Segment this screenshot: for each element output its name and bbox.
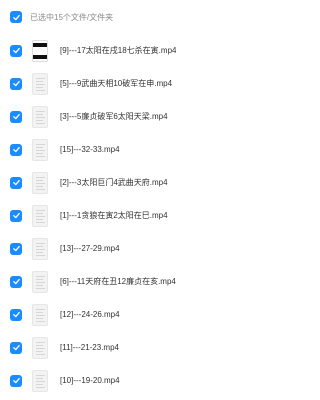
document-file-icon — [32, 204, 48, 227]
file-checkbox[interactable] — [10, 275, 22, 288]
document-file-icon — [32, 237, 48, 260]
file-checkbox[interactable] — [10, 77, 22, 90]
file-row[interactable]: [1]---1贪狼在寅2太阳在巳.mp4 — [0, 199, 280, 232]
file-name: [2]---3太阳巨门4武曲天府.mp4 — [60, 178, 168, 187]
video-thumbnail — [32, 39, 48, 62]
file-name: [6]---11天府在丑12廉贞在亥.mp4 — [60, 277, 176, 286]
checkmark-icon — [12, 278, 20, 285]
file-checkbox[interactable] — [10, 110, 22, 123]
checkmark-icon — [12, 311, 20, 318]
document-file-icon — [32, 171, 48, 194]
file-checkbox[interactable] — [10, 176, 22, 189]
file-checkbox[interactable] — [10, 341, 22, 354]
document-file-icon — [32, 336, 48, 359]
selection-header: 已选中15个文件/文件夹 — [0, 0, 280, 34]
file-checkbox[interactable] — [10, 209, 22, 222]
file-name: [15]---32-33.mp4 — [60, 145, 120, 154]
checkmark-icon — [12, 80, 20, 87]
file-list: [9]---17太阳在戌18七杀在寅.mp4 [5]---9武曲天相10破军在申.… — [0, 34, 280, 397]
file-checkbox[interactable] — [10, 143, 22, 156]
file-name: [11]---21-23.mp4 — [60, 343, 119, 352]
file-checkbox[interactable] — [10, 44, 22, 57]
file-name: [10]---19-20.mp4 — [60, 376, 120, 385]
file-row[interactable]: [3]---5廉贞破军6太阳天梁.mp4 — [0, 100, 280, 133]
file-checkbox[interactable] — [10, 374, 22, 387]
file-checkbox[interactable] — [10, 308, 22, 321]
file-row[interactable]: [5]---9武曲天相10破军在申.mp4 — [0, 67, 280, 100]
document-file-icon — [32, 369, 48, 392]
checkmark-icon — [12, 146, 20, 153]
file-row[interactable]: [11]---21-23.mp4 — [0, 331, 280, 364]
checkmark-icon — [12, 377, 20, 384]
file-row[interactable]: [10]---19-20.mp4 — [0, 364, 280, 397]
document-file-icon — [32, 105, 48, 128]
file-name: [9]---17太阳在戌18七杀在寅.mp4 — [60, 46, 177, 55]
file-row[interactable]: [9]---17太阳在戌18七杀在寅.mp4 — [0, 34, 280, 67]
file-row[interactable]: [13]---27-29.mp4 — [0, 232, 280, 265]
checkmark-icon — [12, 113, 20, 120]
file-row[interactable]: [15]---32-33.mp4 — [0, 133, 280, 166]
selection-count-label: 已选中15个文件/文件夹 — [30, 12, 114, 22]
file-row[interactable]: [2]---3太阳巨门4武曲天府.mp4 — [0, 166, 280, 199]
file-row[interactable]: [6]---11天府在丑12廉贞在亥.mp4 — [0, 265, 280, 298]
checkmark-icon — [12, 47, 20, 54]
file-name: [1]---1贪狼在寅2太阳在巳.mp4 — [60, 211, 168, 220]
select-all-checkbox[interactable] — [10, 11, 22, 23]
document-file-icon — [32, 270, 48, 293]
checkmark-icon — [12, 245, 20, 252]
file-name: [13]---27-29.mp4 — [60, 244, 120, 253]
checkmark-icon — [12, 179, 20, 186]
document-file-icon — [32, 138, 48, 161]
file-checkbox[interactable] — [10, 242, 22, 255]
file-name: [12]---24-26.mp4 — [60, 310, 120, 319]
checkmark-icon — [12, 344, 20, 351]
document-file-icon — [32, 72, 48, 95]
document-file-icon — [32, 303, 48, 326]
file-name: [3]---5廉贞破军6太阳天梁.mp4 — [60, 112, 168, 121]
file-name: [5]---9武曲天相10破军在申.mp4 — [60, 79, 173, 88]
checkmark-icon — [12, 14, 20, 20]
checkmark-icon — [12, 212, 20, 219]
file-row[interactable]: [12]---24-26.mp4 — [0, 298, 280, 331]
